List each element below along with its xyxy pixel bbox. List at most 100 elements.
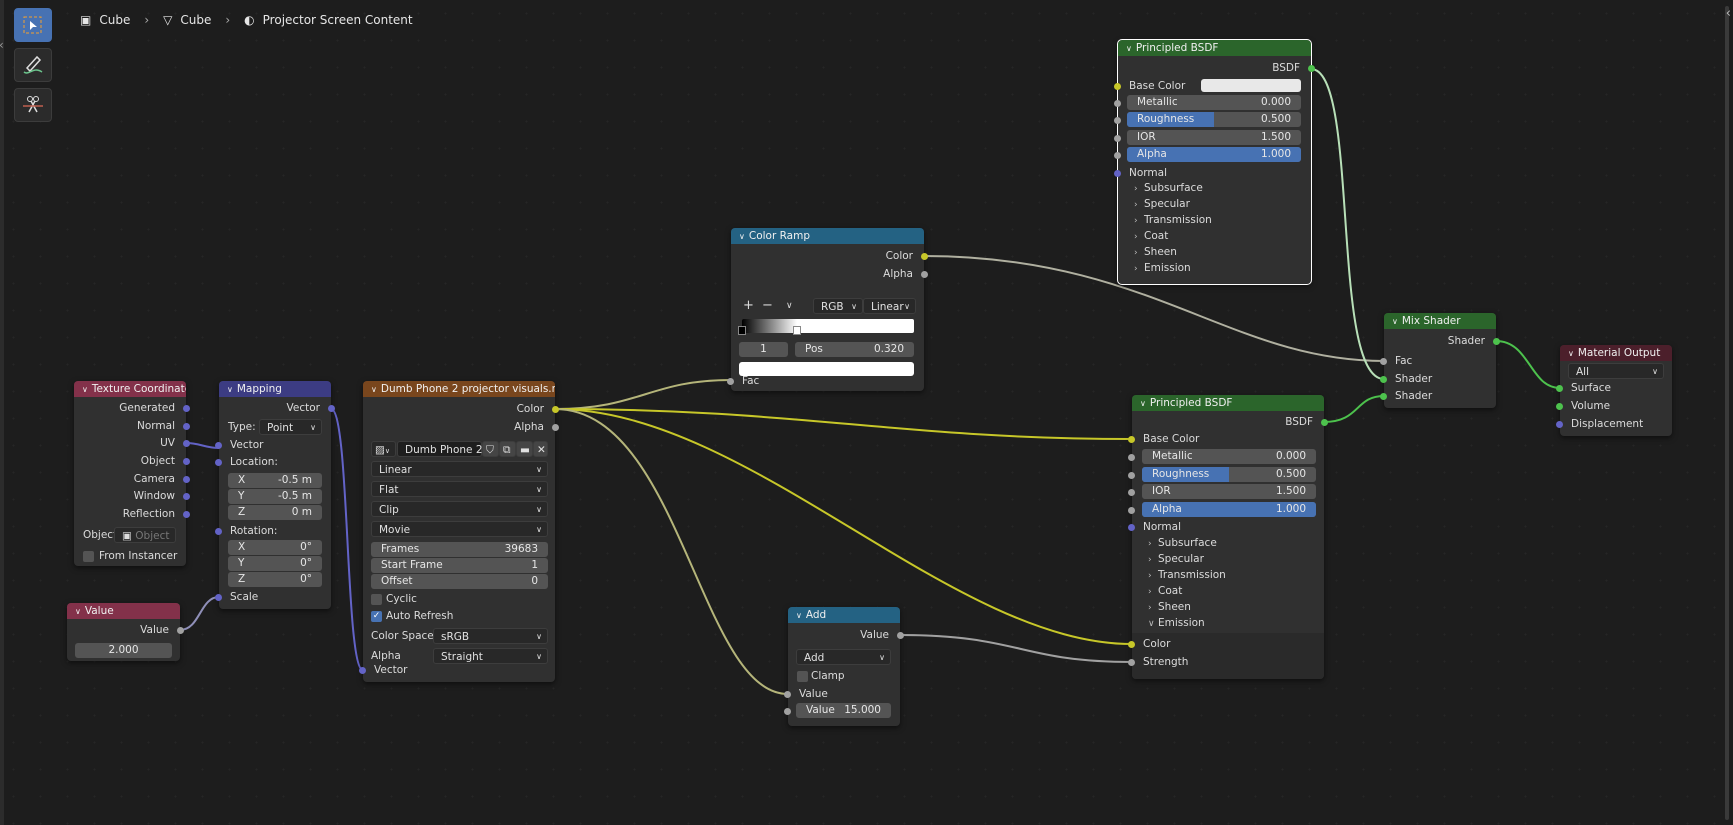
collapse-chevron-icon[interactable]: ∨ (1392, 314, 1398, 329)
source-dropdown[interactable]: Movie ∨ (371, 521, 548, 537)
input-socket-vector[interactable] (359, 666, 366, 674)
panel-emission[interactable]: › Emission (1118, 261, 1311, 276)
ramp-menu-chevron-icon[interactable]: ∨ (786, 298, 793, 314)
colorspace-dropdown[interactable]: sRGB ∨ (433, 628, 548, 644)
start-frame-field[interactable]: Start Frame 1 (371, 558, 548, 573)
rotation-z-field[interactable]: Z 0° (228, 572, 322, 587)
alpha-slider[interactable]: Alpha 1.000 (1127, 147, 1301, 162)
location-z-field[interactable]: Z 0 m (228, 505, 322, 520)
output-socket-camera[interactable] (183, 475, 190, 483)
value-2-field[interactable]: Value 15.000 (796, 703, 891, 718)
link-image-bsdf-basecolor[interactable] (554, 408, 1133, 440)
auto-refresh-checkbox[interactable]: ✓ (371, 611, 382, 622)
panel-sheen[interactable]: › Sheen (1132, 600, 1324, 615)
output-socket-bsdf[interactable] (1321, 418, 1328, 426)
breadcrumb-material[interactable]: Projector Screen Content (263, 13, 413, 27)
breadcrumb-mesh[interactable]: Cube (180, 13, 211, 27)
rotation-y-field[interactable]: Y 0° (228, 556, 322, 571)
input-socket-alpha[interactable] (1114, 151, 1121, 159)
collapse-chevron-icon[interactable]: ∨ (227, 382, 233, 397)
cut-links-tool[interactable] (14, 88, 52, 122)
color-ramp-stop-marker[interactable] (793, 326, 802, 335)
input-socket-emission-color[interactable] (1128, 640, 1135, 648)
breadcrumb-object[interactable]: Cube (99, 13, 130, 27)
offset-field[interactable]: Offset 0 (371, 574, 548, 589)
panel-transmission[interactable]: › Transmission (1118, 213, 1311, 228)
input-socket-roughness[interactable] (1114, 116, 1121, 124)
from-instancer-checkbox[interactable] (83, 551, 94, 562)
interpolation-dropdown[interactable]: Linear ∨ (371, 461, 548, 477)
output-socket-object[interactable] (183, 457, 190, 465)
node-image-texture[interactable]: ∨Dumb Phone 2 projector visuals.mov Colo… (359, 381, 559, 682)
metallic-field[interactable]: Metallic 0.000 (1142, 449, 1316, 464)
input-socket-roughness[interactable] (1128, 471, 1135, 479)
output-socket-shader[interactable] (1493, 337, 1500, 345)
output-socket-value[interactable] (897, 631, 904, 639)
input-socket-rotation[interactable] (215, 527, 222, 535)
projection-dropdown[interactable]: Flat ∨ (371, 481, 548, 497)
input-socket-base-color[interactable] (1128, 435, 1135, 443)
ior-field[interactable]: IOR 1.500 (1127, 130, 1301, 145)
panel-coat[interactable]: › Coat (1132, 584, 1324, 599)
object-field[interactable]: ▣ Object (114, 527, 176, 543)
node-header[interactable]: ∨ Add (788, 607, 900, 623)
node-principled-bsdf-top[interactable]: ∨ Principled BSDF BSDF Base Color Metalli… (1114, 39, 1315, 285)
collapse-chevron-icon[interactable]: ∨ (1568, 346, 1574, 361)
roughness-slider[interactable]: Roughness 0.500 (1127, 112, 1301, 127)
extension-dropdown[interactable]: Clip ∨ (371, 501, 548, 517)
input-socket-emission-strength[interactable] (1128, 658, 1135, 666)
collapse-chevron-icon[interactable]: ∨ (371, 382, 377, 397)
location-y-field[interactable]: Y -0.5 m (228, 489, 322, 504)
panel-transmission[interactable]: › Transmission (1132, 568, 1324, 583)
output-socket-bsdf[interactable] (1308, 64, 1315, 72)
frames-field[interactable]: Frames 39683 (371, 542, 548, 557)
node-header[interactable]: ∨ Color Ramp (731, 228, 924, 244)
link-add-strength[interactable] (899, 634, 1133, 663)
node-mapping[interactable]: ∨ Mapping Vector Type: Point ∨ Vector Loca… (215, 381, 335, 609)
output-socket-reflection[interactable] (183, 510, 190, 518)
image-name-field[interactable]: Dumb Phone 2 p... (397, 441, 503, 457)
alpha-slider[interactable]: Alpha 1.000 (1142, 502, 1316, 517)
metallic-field[interactable]: Metallic 0.000 (1127, 95, 1301, 110)
input-socket-scale[interactable] (215, 593, 222, 601)
input-socket-surface[interactable] (1556, 384, 1563, 392)
clamp-checkbox[interactable] (797, 671, 808, 682)
active-stop-field[interactable]: 1 (739, 342, 788, 357)
input-socket-value-2[interactable] (784, 707, 791, 715)
node-header[interactable]: ∨ Mapping (219, 381, 331, 397)
link-image-add[interactable] (554, 408, 789, 695)
link-bsdfbottom-mix[interactable] (1323, 395, 1385, 423)
input-socket-location[interactable] (215, 458, 222, 466)
collapse-chevron-icon[interactable]: ∨ (1126, 41, 1132, 56)
fake-user-button[interactable]: ⛉ (482, 441, 499, 457)
node-math-add[interactable]: ∨ Add Value Add ∨ Clamp Value Value 15.000 (784, 607, 904, 726)
rotation-x-field[interactable]: X 0° (228, 540, 322, 555)
select-box-tool[interactable] (14, 8, 52, 42)
open-image-button[interactable]: ▬ (516, 441, 533, 457)
panel-specular[interactable]: › Specular (1132, 552, 1324, 567)
roughness-slider[interactable]: Roughness 0.500 (1142, 467, 1316, 482)
stop-position-field[interactable]: Pos 0.320 (795, 342, 914, 357)
node-texture-coordinate[interactable]: ∨ Texture Coordinate Generated Normal UV … (74, 381, 190, 566)
panel-subsurface[interactable]: › Subsurface (1132, 536, 1324, 551)
base-color-swatch[interactable] (1201, 79, 1301, 92)
node-material-output[interactable]: ∨ Material Output All ∨ Surface Volume Dis… (1556, 345, 1672, 436)
collapse-chevron-icon[interactable]: ∨ (739, 229, 745, 244)
annotate-tool[interactable] (14, 48, 52, 82)
output-socket-color[interactable] (921, 252, 928, 260)
type-dropdown[interactable]: Point ∨ (259, 419, 322, 435)
node-header[interactable]: ∨ Principled BSDF (1118, 40, 1311, 56)
cyclic-checkbox[interactable] (371, 594, 382, 605)
input-socket-ior[interactable] (1114, 134, 1121, 142)
node-value[interactable]: ∨ Value Value 2.000 (67, 603, 184, 661)
output-socket-vector[interactable] (328, 404, 335, 412)
input-socket-shader-2[interactable] (1380, 392, 1387, 400)
collapse-chevron-icon[interactable]: ∨ (1140, 396, 1146, 411)
target-dropdown[interactable]: All ∨ (1568, 363, 1664, 379)
add-stop-button[interactable]: + (743, 298, 754, 314)
node-mix-shader[interactable]: ∨ Mix Shader Shader Fac Shader Shader (1380, 313, 1500, 408)
remove-stop-button[interactable]: − (762, 298, 773, 314)
input-socket-fac[interactable] (727, 377, 734, 385)
input-socket-normal[interactable] (1128, 523, 1135, 531)
input-socket-displacement[interactable] (1556, 420, 1563, 428)
